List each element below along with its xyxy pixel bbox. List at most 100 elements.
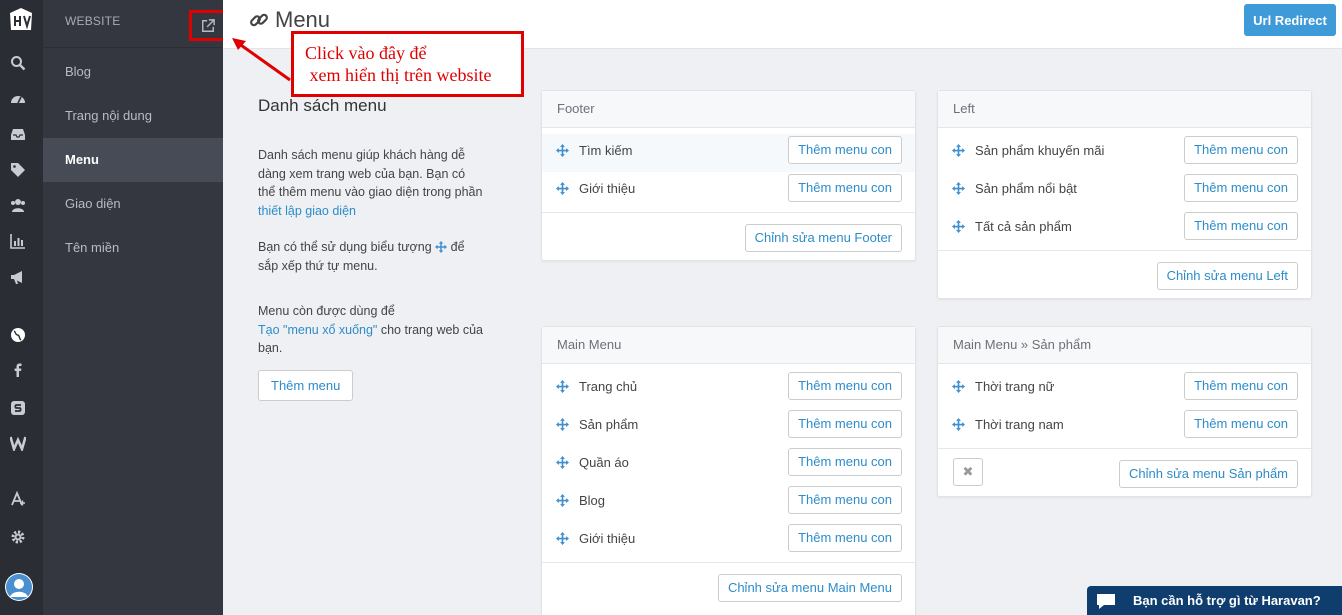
edit-left-menu-button[interactable]: Chỉnh sửa menu Left: [1156, 262, 1298, 290]
menu-item[interactable]: Sản phẩm nổi bật Thêm menu con: [938, 172, 1311, 210]
add-submenu-button[interactable]: Thêm menu con: [1184, 174, 1298, 202]
intro-heading: Danh sách menu: [258, 96, 387, 115]
settings-icon[interactable]: [9, 528, 27, 546]
s-channel-icon[interactable]: [9, 399, 27, 417]
add-submenu-button[interactable]: Thêm menu con: [1184, 410, 1298, 438]
sidebar-item-blog[interactable]: Blog: [43, 50, 223, 94]
add-submenu-button[interactable]: Thêm menu con: [788, 372, 902, 400]
annotation-callout: Click vào đây để xem hiển thị trên websi…: [291, 31, 524, 97]
move-icon[interactable]: [952, 418, 965, 431]
move-icon[interactable]: [556, 144, 569, 157]
menu-item-label: Sản phẩm: [579, 416, 639, 432]
menu-item[interactable]: Blog Thêm menu con: [542, 484, 915, 522]
megaphone-icon[interactable]: [9, 268, 27, 286]
menu-item-label: Thời trang nam: [975, 416, 1064, 432]
menu-intro: Danh sách menu Danh sách menu giúp khách…: [258, 96, 483, 401]
sidebar-item-themes[interactable]: Giao diện: [43, 182, 223, 226]
menu-item[interactable]: Giới thiệu Thêm menu con: [542, 522, 915, 560]
card-title: Main Menu: [542, 327, 915, 364]
menu-item-label: Tất cả sản phẩm: [975, 218, 1072, 234]
menu-item[interactable]: Tìm kiếm Thêm menu con: [542, 134, 915, 172]
menu-item[interactable]: Sản phẩm khuyến mãi Thêm menu con: [938, 134, 1311, 172]
inbox-icon[interactable]: [9, 125, 27, 143]
page-title-text: Menu: [275, 7, 331, 32]
globe-icon[interactable]: [9, 326, 27, 344]
annotation-arrow: [232, 38, 291, 82]
support-chat-label: Bạn cần hỗ trợ gì từ Haravan?: [1133, 593, 1321, 608]
menu-item[interactable]: Giới thiệu Thêm menu con: [542, 172, 915, 210]
intro-text-3a: Menu còn được dùng để: [258, 304, 395, 318]
delete-menu-button[interactable]: ✖: [953, 458, 983, 486]
facebook-icon[interactable]: [9, 361, 27, 379]
edit-footer-menu-button[interactable]: Chỉnh sửa menu Footer: [744, 224, 902, 252]
search-icon[interactable]: [9, 54, 27, 72]
add-submenu-button[interactable]: Thêm menu con: [788, 136, 902, 164]
intro-paragraph-3: Menu còn được dùng để Tạo "menu xổ xuống"…: [258, 302, 483, 358]
move-icon[interactable]: [556, 494, 569, 507]
menu-card-products: Main Menu » Sản phẩm Thời trang nữ Thêm m…: [937, 326, 1312, 497]
menu-item-label: Quần áo: [579, 454, 629, 470]
move-icon[interactable]: [952, 182, 965, 195]
menu-item[interactable]: Thời trang nam Thêm menu con: [938, 408, 1311, 446]
intro-paragraph-2: Bạn có thể sử dụng biểu tượng để sắp xếp…: [258, 238, 483, 275]
move-icon: [435, 241, 447, 253]
annotation-line-2: xem hiển thị trên website: [305, 65, 492, 85]
sidebar-item-menu[interactable]: Menu: [43, 138, 223, 182]
page-title: Menu: [249, 7, 330, 33]
menu-item-label: Giới thiệu: [579, 530, 636, 546]
chat-icon: [1097, 593, 1115, 609]
move-icon[interactable]: [556, 418, 569, 431]
website-sidebar: WEBSITE Blog Trang nội dung Menu Giao di…: [43, 0, 227, 615]
menu-item-label: Blog: [579, 492, 606, 508]
icon-rail: [0, 0, 43, 615]
add-submenu-button[interactable]: Thêm menu con: [1184, 212, 1298, 240]
apps-icon[interactable]: [9, 490, 27, 508]
add-submenu-button[interactable]: Thêm menu con: [1184, 136, 1298, 164]
sidebar-item-pages[interactable]: Trang nội dung: [43, 94, 223, 138]
sidebar-header: WEBSITE: [43, 0, 227, 48]
tag-icon[interactable]: [9, 161, 27, 179]
add-submenu-button[interactable]: Thêm menu con: [788, 524, 902, 552]
add-submenu-button[interactable]: Thêm menu con: [788, 174, 902, 202]
menu-card-footer: Footer Tìm kiếm Thêm menu con Giới thiệu T…: [541, 90, 916, 261]
theme-settings-link[interactable]: thiết lập giao diện: [258, 204, 356, 218]
view-website-button[interactable]: [189, 10, 227, 41]
add-submenu-button[interactable]: Thêm menu con: [788, 410, 902, 438]
menu-item[interactable]: Quần áo Thêm menu con: [542, 446, 915, 484]
add-menu-button[interactable]: Thêm menu: [258, 369, 354, 401]
add-submenu-button[interactable]: Thêm menu con: [788, 486, 902, 514]
external-link-icon: [202, 18, 215, 32]
user-avatar-icon[interactable]: [5, 573, 33, 601]
logo-icon[interactable]: [7, 5, 35, 33]
card-title: Left: [938, 91, 1311, 128]
sidebar-item-domains[interactable]: Tên miền: [43, 226, 223, 270]
move-icon[interactable]: [556, 182, 569, 195]
edit-products-menu-button[interactable]: Chỉnh sửa menu Sản phẩm: [1118, 460, 1298, 488]
add-submenu-button[interactable]: Thêm menu con: [788, 448, 902, 476]
move-icon[interactable]: [556, 532, 569, 545]
w-channel-icon[interactable]: [9, 434, 27, 452]
move-icon[interactable]: [952, 144, 965, 157]
move-icon[interactable]: [952, 220, 965, 233]
support-chat-button[interactable]: Bạn cần hỗ trợ gì từ Haravan?: [1087, 586, 1342, 615]
annotation-line-1: Click vào đây để: [305, 43, 427, 63]
url-redirect-button[interactable]: Url Redirect: [1244, 4, 1336, 36]
move-icon[interactable]: [556, 380, 569, 393]
edit-main-menu-button[interactable]: Chỉnh sửa menu Main Menu: [717, 574, 902, 602]
menu-item[interactable]: Tất cả sản phẩm Thêm menu con: [938, 210, 1311, 248]
customers-icon[interactable]: [9, 196, 27, 214]
reports-icon[interactable]: [9, 232, 27, 250]
dropdown-menu-link[interactable]: Tạo "menu xổ xuống": [258, 323, 377, 337]
menu-item-label: Trang chủ: [579, 378, 638, 394]
intro-paragraph-1: Danh sách menu giúp khách hàng dễ dàng x…: [258, 146, 483, 220]
move-icon[interactable]: [952, 380, 965, 393]
menu-item[interactable]: Thời trang nữ Thêm menu con: [938, 370, 1311, 408]
menu-item-label: Thời trang nữ: [975, 378, 1055, 394]
menu-item[interactable]: Trang chủ Thêm menu con: [542, 370, 915, 408]
dashboard-icon[interactable]: [9, 90, 27, 108]
link-icon: [250, 13, 268, 27]
menu-item-label: Sản phẩm khuyến mãi: [975, 142, 1105, 158]
move-icon[interactable]: [556, 456, 569, 469]
add-submenu-button[interactable]: Thêm menu con: [1184, 372, 1298, 400]
menu-item[interactable]: Sản phẩm Thêm menu con: [542, 408, 915, 446]
